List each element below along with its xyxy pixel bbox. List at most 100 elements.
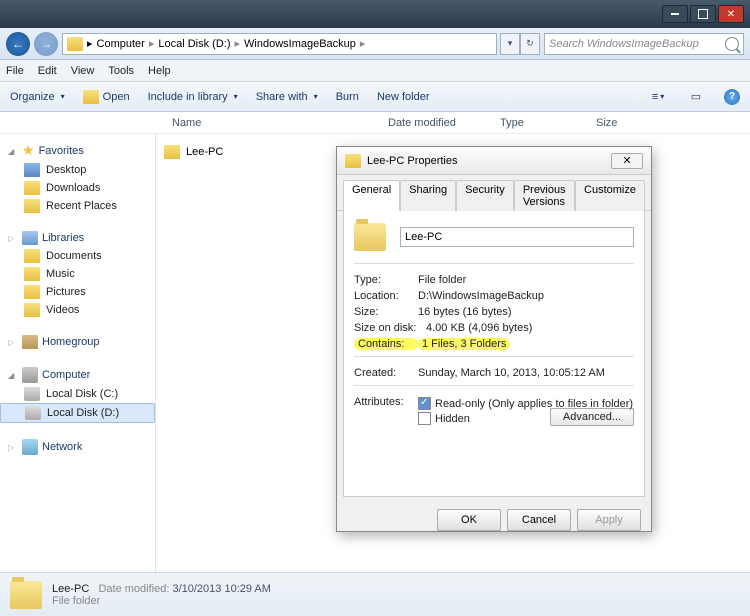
burn-button[interactable]: Burn [336,91,359,103]
folder-icon [24,199,40,213]
status-type: File folder [52,595,271,607]
value-size: 16 bytes (16 bytes) [418,306,634,318]
tab-sharing[interactable]: Sharing [400,180,456,211]
value-type: File folder [418,274,634,286]
view-mode-button[interactable]: ≡ [648,87,668,107]
new-folder-button[interactable]: New folder [377,91,430,103]
column-header-row: Name Date modified Type Size [0,112,750,134]
address-dropdown-button[interactable]: ▾ [500,33,520,55]
status-date: 3/10/2013 10:29 AM [172,583,270,595]
cancel-button[interactable]: Cancel [507,509,571,531]
tab-security[interactable]: Security [456,180,514,211]
maximize-button[interactable] [690,5,716,23]
close-button[interactable] [718,5,744,23]
search-icon [725,37,739,51]
value-contains: 1 Files, 3 Folders [418,338,510,350]
sidebar-item-recent[interactable]: Recent Places [0,197,155,215]
value-size-on-disk: 4.00 KB (4,096 bytes) [426,322,634,334]
column-name[interactable]: Name [164,117,380,129]
properties-dialog: Lee-PC Properties ✕ General Sharing Secu… [336,146,652,532]
sidebar-item-localc[interactable]: Local Disk (C:) [0,385,155,403]
folder-icon [83,90,99,104]
sidebar-item-desktop[interactable]: Desktop [0,161,155,179]
tab-previous-versions[interactable]: Previous Versions [514,180,575,211]
folder-icon [67,37,83,51]
share-with-button[interactable]: Share with [256,91,318,103]
folder-icon [24,181,40,195]
menu-tools[interactable]: Tools [108,65,134,77]
chevron-right-icon[interactable]: ▸ [87,37,93,50]
search-input[interactable]: Search WindowsImageBackup [544,33,744,55]
menu-edit[interactable]: Edit [38,65,57,77]
dialog-titlebar[interactable]: Lee-PC Properties ✕ [337,147,651,175]
menu-help[interactable]: Help [148,65,171,77]
column-size[interactable]: Size [588,117,625,129]
search-placeholder: Search WindowsImageBackup [549,38,699,50]
menu-bar: File Edit View Tools Help [0,60,750,82]
advanced-button[interactable]: Advanced... [550,408,634,426]
value-created: Sunday, March 10, 2013, 10:05:12 AM [418,367,634,379]
chevron-right-icon: ▸ [234,37,240,50]
label-attributes: Attributes: [354,396,418,426]
refresh-button[interactable]: ↻ [520,33,540,55]
desktop-icon [24,163,40,177]
open-button[interactable]: Open [83,90,130,104]
folder-name-input[interactable] [400,227,634,247]
sidebar-item-locald[interactable]: Local Disk (D:) [0,403,155,423]
folder-icon [345,154,361,168]
label-location: Location: [354,290,418,302]
sidebar-favorites[interactable]: ★Favorites [0,140,155,161]
disk-icon [25,406,41,420]
forward-button[interactable]: → [34,32,58,56]
star-icon: ★ [22,142,35,159]
label-size-on-disk: Size on disk: [354,322,426,334]
dialog-close-button[interactable]: ✕ [611,153,643,169]
dialog-title: Lee-PC Properties [367,155,458,167]
sidebar-item-videos[interactable]: Videos [0,301,155,319]
tab-customize[interactable]: Customize [575,180,645,211]
sidebar-computer[interactable]: Computer [0,365,155,385]
sidebar-item-music[interactable]: Music [0,265,155,283]
network-icon [22,439,38,455]
hidden-checkbox[interactable] [418,412,431,425]
sidebar-item-pictures[interactable]: Pictures [0,283,155,301]
back-button[interactable]: ← [6,32,30,56]
menu-file[interactable]: File [6,65,24,77]
label-created: Created: [354,367,418,379]
sidebar-libraries[interactable]: Libraries [0,229,155,247]
status-name: Lee-PC [52,583,89,595]
homegroup-icon [22,335,38,349]
sidebar-network[interactable]: Network [0,437,155,457]
tab-general[interactable]: General [343,180,400,211]
label-size: Size: [354,306,418,318]
breadcrumb-folder[interactable]: WindowsImageBackup▸ [244,37,365,50]
apply-button[interactable]: Apply [577,509,641,531]
column-date[interactable]: Date modified [380,117,492,129]
breadcrumb-computer[interactable]: Computer▸ [97,37,155,50]
help-button[interactable]: ? [724,89,740,105]
disk-icon [24,387,40,401]
menu-view[interactable]: View [71,65,95,77]
status-date-label: Date modified: [98,583,169,595]
folder-icon [164,145,180,159]
music-icon [24,267,40,281]
sidebar-item-downloads[interactable]: Downloads [0,179,155,197]
chevron-right-icon: ▸ [149,37,155,50]
readonly-checkbox[interactable] [418,397,431,410]
preview-pane-button[interactable]: ▭ [686,87,706,107]
minimize-button[interactable] [662,5,688,23]
column-type[interactable]: Type [492,117,588,129]
pictures-icon [24,285,40,299]
ok-button[interactable]: OK [437,509,501,531]
status-bar: Lee-PC Date modified: 3/10/2013 10:29 AM… [0,572,750,616]
include-library-button[interactable]: Include in library [148,91,238,103]
hidden-label: Hidden [435,413,470,425]
breadcrumb-drive[interactable]: Local Disk (D:)▸ [158,37,240,50]
dialog-tabs: General Sharing Security Previous Versio… [337,175,651,211]
videos-icon [24,303,40,317]
address-bar[interactable]: ▸ Computer▸ Local Disk (D:)▸ WindowsImag… [62,33,497,55]
folder-large-icon [10,581,42,609]
organize-button[interactable]: Organize [10,91,65,103]
sidebar-item-documents[interactable]: Documents [0,247,155,265]
sidebar-homegroup[interactable]: Homegroup [0,333,155,351]
